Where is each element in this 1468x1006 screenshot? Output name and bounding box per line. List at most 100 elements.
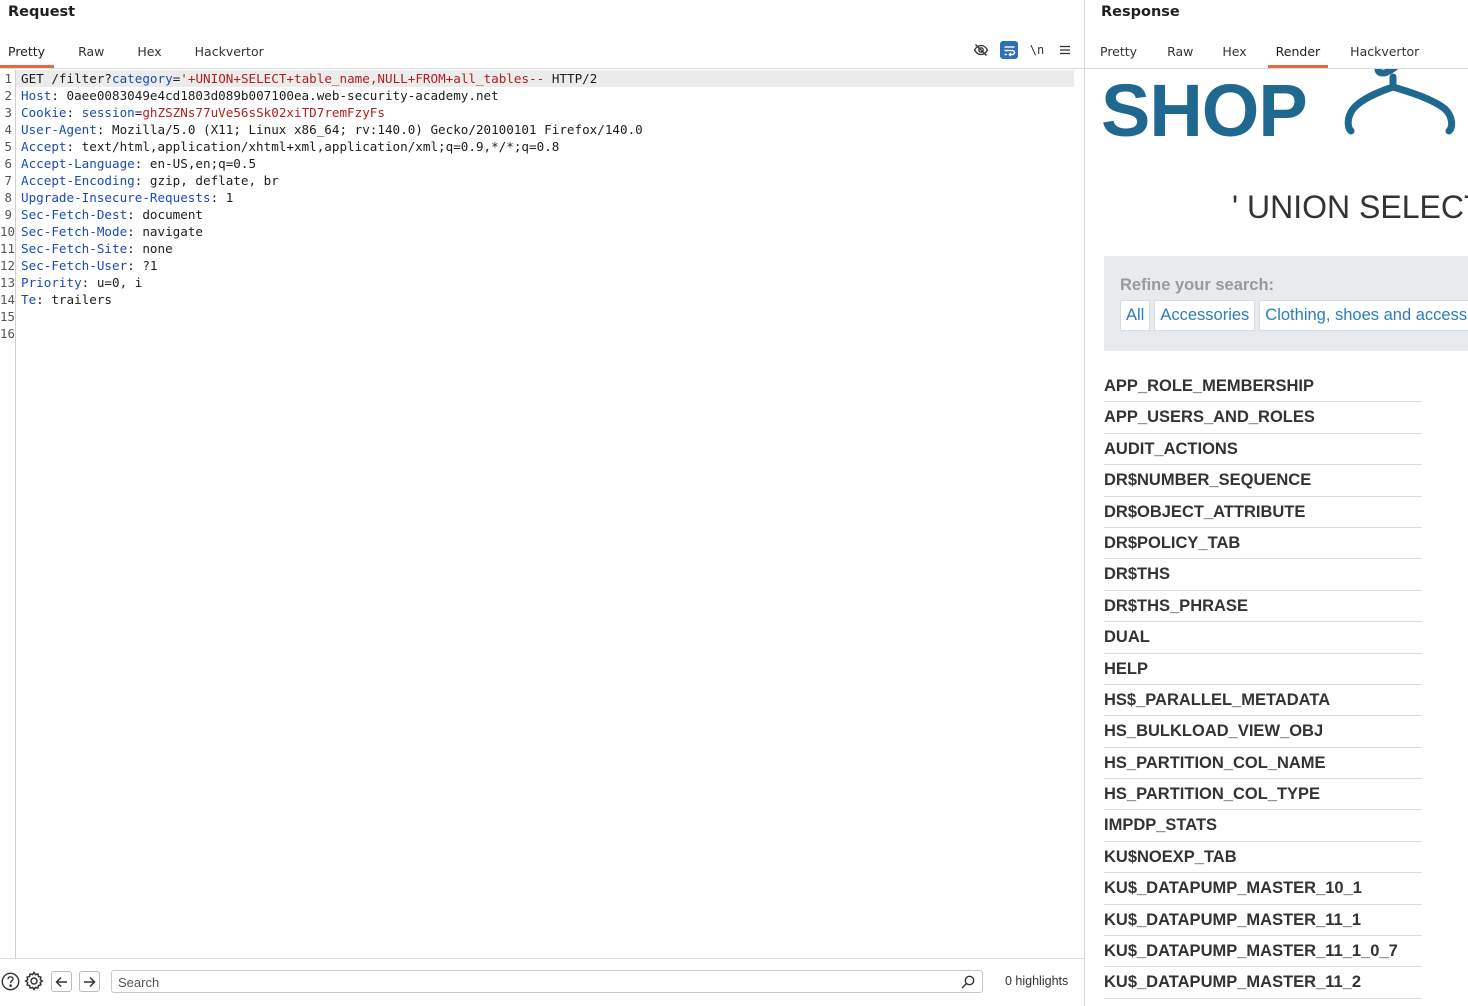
request-toolbar: \n: [972, 40, 1074, 60]
bottom-bar: 0 highlights: [0, 958, 1084, 1006]
header-value: text/html,application/xhtml+xml,applicat…: [81, 139, 560, 154]
header-name: Sec-Fetch-Site: [21, 241, 128, 256]
tab-pretty[interactable]: Pretty: [1100, 41, 1137, 68]
header-line: Cookie: session=ghZSZNs77uVe56sSk02xiTD7…: [21, 105, 385, 120]
line-number: 6: [4, 156, 12, 171]
search-box: [111, 970, 983, 993]
header-value: 1: [225, 190, 234, 205]
arrow-right-icon: [84, 976, 96, 987]
table-name-item: HS_PARTITION_COL_NAME: [1104, 748, 1422, 780]
header-name: Priority: [21, 275, 82, 290]
table-name-item: APP_ROLE_MEMBERSHIP: [1104, 371, 1422, 403]
forward-button[interactable]: [79, 971, 100, 992]
header-name: Te: [21, 292, 37, 307]
tab-raw[interactable]: Raw: [1167, 41, 1193, 68]
header-name: Accept-Language: [21, 156, 135, 171]
table-name-item: HS_PARTITION_COL_TYPE: [1104, 779, 1422, 811]
newline-toggle[interactable]: \n: [1028, 41, 1046, 59]
tab-raw[interactable]: Raw: [78, 41, 104, 68]
filter-clothing-button[interactable]: Clothing, shoes and accessories: [1259, 300, 1468, 331]
cookie-key: session: [81, 105, 135, 120]
line-number: 2: [4, 88, 12, 103]
response-pane: Response Pretty Raw Hex Render Hackverto…: [1085, 0, 1468, 1006]
tab-divider: [0, 68, 1084, 69]
tab-hackvertor[interactable]: Hackvertor: [1350, 41, 1419, 68]
search-icon[interactable]: [960, 974, 976, 990]
line-number: 3: [4, 105, 12, 120]
header-value: gzip, deflate, br: [149, 173, 279, 188]
header-name: Cookie: [21, 105, 67, 120]
request-title: Request: [8, 4, 76, 20]
line-number: 8: [4, 190, 12, 205]
wrap-icon[interactable]: [1000, 41, 1018, 59]
table-name-list: APP_ROLE_MEMBERSHIP APP_USERS_AND_ROLES AU…: [1104, 371, 1422, 999]
table-name-item: HS$_PARALLEL_METADATA: [1104, 685, 1422, 717]
path: /filter?: [51, 71, 113, 86]
header-line: Sec-Fetch-Site: none: [21, 241, 173, 256]
tab-hex[interactable]: Hex: [1222, 41, 1246, 68]
request-pane: Request Pretty Raw Hex Hackvertor \n 1 2…: [0, 0, 1084, 1006]
table-name-item: KU$_DATAPUMP_MASTER_11_1_0_7: [1104, 936, 1422, 968]
line-number: 14: [0, 292, 15, 307]
line-number: 7: [4, 173, 12, 188]
tab-pretty[interactable]: Pretty: [0, 41, 55, 68]
header-line: Accept-Language: en-US,en;q=0.5: [21, 156, 257, 171]
param-key: category: [112, 71, 173, 86]
line-number: 16: [0, 326, 15, 341]
header-name: Upgrade-Insecure-Requests: [21, 190, 211, 205]
line-number: 10: [0, 224, 15, 239]
header-line: Accept-Encoding: gzip, deflate, br: [21, 173, 279, 188]
arrow-left-icon: [55, 976, 67, 987]
header-value: Mozilla/5.0 (X11; Linux x86_64; rv:140.0…: [112, 122, 643, 137]
header-line: Sec-Fetch-User: ?1: [21, 258, 158, 273]
header-value: none: [142, 241, 173, 256]
table-name-item: HELP: [1104, 654, 1422, 685]
line-number-gutter: 1 2 3 4 5 6 7 8 9 10 11 12 13 14 15 16: [0, 70, 16, 958]
header-line: User-Agent: Mozilla/5.0 (X11; Linux x86_…: [21, 122, 643, 137]
table-name-item: KU$_DATAPUMP_MASTER_10_1: [1104, 873, 1422, 905]
request-tabs: Pretty Raw Hex Hackvertor: [0, 41, 297, 68]
hamburger-menu-icon[interactable]: [1056, 41, 1074, 59]
filter-accessories-button[interactable]: Accessories: [1154, 300, 1256, 331]
shop-logo[interactable]: SHOP: [1101, 69, 1461, 151]
line-number: 15: [0, 309, 15, 324]
header-value: document: [142, 207, 203, 222]
line-number: 9: [4, 207, 12, 222]
help-icon[interactable]: [0, 971, 20, 991]
gear-icon[interactable]: [24, 971, 44, 991]
eye-slash-icon[interactable]: [972, 41, 990, 59]
header-name: Accept-Encoding: [21, 173, 135, 188]
header-value: navigate: [142, 224, 203, 239]
header-line: Sec-Fetch-Dest: document: [21, 207, 203, 222]
header-name: Sec-Fetch-Mode: [21, 224, 128, 239]
header-value: en-US,en;q=0.5: [149, 156, 257, 171]
table-name-item: KU$NOEXP_TAB: [1104, 842, 1422, 874]
header-line: Priority: u=0, i: [21, 275, 143, 290]
header-name: Sec-Fetch-User: [21, 258, 128, 273]
response-tabs: Pretty Raw Hex Render Hackvertor: [1100, 41, 1449, 68]
cookie-value: ghZSZNs77uVe56sSk02xiTD7remFzyFs: [142, 105, 385, 120]
method: GET: [21, 71, 44, 86]
header-line: Upgrade-Insecure-Requests: 1: [21, 190, 234, 205]
table-name-item: APP_USERS_AND_ROLES: [1104, 402, 1422, 434]
header-value: u=0, i: [96, 275, 143, 290]
request-code[interactable]: GET /filter?category='+UNION+SELECT+tabl…: [16, 70, 1074, 308]
line-number: 4: [4, 122, 12, 137]
table-name-item: DR$NUMBER_SEQUENCE: [1104, 465, 1422, 497]
refine-search-box: Refine your search: All Accessories Clot…: [1104, 256, 1468, 351]
request-editor[interactable]: 1 2 3 4 5 6 7 8 9 10 11 12 13 14 15 16 GET /filter?cate…: [0, 70, 1084, 958]
tab-hex[interactable]: Hex: [137, 41, 161, 68]
search-input[interactable]: [118, 973, 948, 991]
filter-all-button[interactable]: All: [1120, 300, 1151, 331]
hanger-icon: [1344, 69, 1456, 135]
header-name: Sec-Fetch-Dest: [21, 207, 128, 222]
table-name-item: DR$THS_PHRASE: [1104, 591, 1422, 623]
table-name-item: KU$_DATAPUMP_MASTER_11_2: [1104, 967, 1422, 999]
back-button[interactable]: [51, 971, 72, 992]
line-number: 1: [4, 71, 12, 86]
param-value: '+UNION+SELECT+table_name,NULL+FROM+all_…: [180, 71, 545, 86]
tab-hackvertor[interactable]: Hackvertor: [195, 41, 264, 68]
tab-render[interactable]: Render: [1267, 41, 1328, 68]
table-name-item: DR$THS: [1104, 559, 1422, 591]
table-name-item: AUDIT_ACTIONS: [1104, 434, 1422, 466]
